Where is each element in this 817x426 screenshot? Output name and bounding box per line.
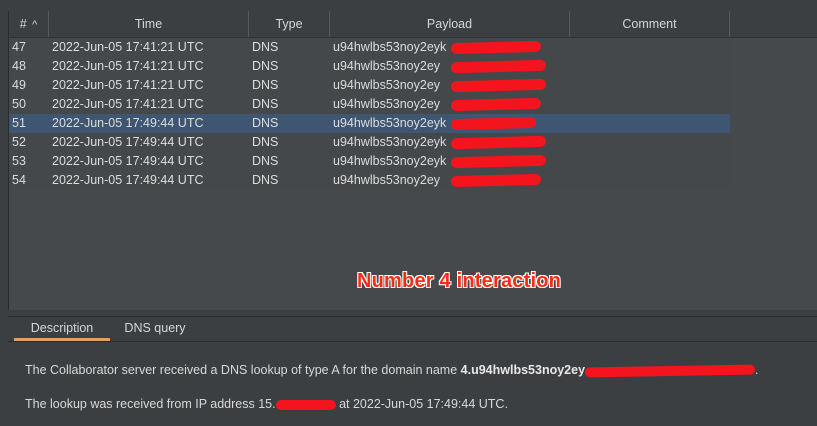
row-type: DNS	[252, 40, 279, 54]
row-payload: u94hwlbs53noy2ey	[333, 59, 441, 73]
row-payload: u94hwlbs53noy2eyk	[333, 40, 447, 54]
row-number: 50	[12, 97, 26, 111]
row-payload: u94hwlbs53noy2eyk	[333, 135, 447, 149]
table-row[interactable]: 50 2022-Jun-05 17:41:21 UTC DNS u94hwlbs53n…	[9, 95, 730, 114]
table-header: # ^ Time Type Payload Comment	[9, 11, 730, 38]
payload-redaction	[450, 78, 547, 93]
table-row[interactable]: 48 2022-Jun-05 17:41:21 UTC DNS u94hwlbs53n…	[9, 57, 730, 76]
column-header-payload[interactable]: Payload	[330, 11, 570, 37]
interactions-table: # ^ Time Type Payload Comment 47 2022-Jun…	[8, 11, 817, 310]
window-top-strip	[0, 0, 817, 11]
column-header-time[interactable]: Time	[49, 11, 249, 37]
description-line-ip: The lookup was received from IP address …	[25, 397, 508, 411]
row-type: DNS	[252, 78, 279, 92]
row-number: 49	[12, 78, 26, 92]
payload-redaction	[450, 154, 547, 169]
row-time: 2022-Jun-05 17:41:21 UTC	[52, 78, 204, 92]
table-row[interactable]: 49 2022-Jun-05 17:41:21 UTC DNS u94hwlbs53n…	[9, 76, 730, 95]
row-time: 2022-Jun-05 17:49:44 UTC	[52, 154, 204, 168]
row-time: 2022-Jun-05 17:41:21 UTC	[52, 59, 204, 73]
row-number: 51	[12, 116, 26, 130]
row-number: 52	[12, 135, 26, 149]
row-number: 54	[12, 173, 26, 187]
description-line1-prefix: The Collaborator server received a DNS l…	[25, 363, 461, 377]
row-number: 53	[12, 154, 26, 168]
row-type: DNS	[252, 154, 279, 168]
row-type: DNS	[252, 97, 279, 111]
row-time: 2022-Jun-05 17:41:21 UTC	[52, 97, 204, 111]
details-panel: Description DNS query The Collaborator s…	[8, 316, 817, 426]
row-time: 2022-Jun-05 17:49:44 UTC	[52, 173, 204, 187]
row-payload: u94hwlbs53noy2eyk	[333, 154, 447, 168]
payload-redaction	[450, 97, 542, 112]
row-type: DNS	[252, 59, 279, 73]
table-header-filler	[730, 11, 817, 38]
row-type: DNS	[252, 116, 279, 130]
row-type: DNS	[252, 173, 279, 187]
row-payload: u94hwlbs53noy2eyk	[333, 116, 447, 130]
domain-redaction	[584, 364, 756, 378]
row-time: 2022-Jun-05 17:49:44 UTC	[52, 135, 204, 149]
tab-dns-query[interactable]: DNS query	[112, 317, 198, 341]
row-type: DNS	[252, 135, 279, 149]
row-number: 48	[12, 59, 26, 73]
payload-redaction	[450, 59, 547, 74]
description-line-domain: The Collaborator server received a DNS l…	[25, 363, 759, 378]
annotation-text: Number 4 interaction	[357, 270, 562, 292]
payload-redaction	[450, 173, 542, 188]
tab-description[interactable]: Description	[14, 317, 110, 341]
payload-redaction	[450, 40, 542, 55]
table-row[interactable]: 53 2022-Jun-05 17:49:44 UTC DNS u94hwlbs53n…	[9, 152, 730, 171]
column-header-comment[interactable]: Comment	[570, 11, 730, 37]
payload-redaction	[450, 116, 537, 131]
description-domain-name: 4.u94hwlbs53noy2ey	[460, 363, 586, 377]
column-header-number[interactable]: # ^	[9, 11, 49, 37]
column-header-number-label: #	[19, 17, 27, 31]
ip-redaction	[275, 399, 336, 410]
payload-redaction	[450, 135, 547, 150]
row-payload: u94hwlbs53noy2ey	[333, 78, 441, 92]
description-line2-prefix: The lookup was received from IP address …	[25, 397, 276, 411]
description-line1-suffix: .	[755, 363, 759, 377]
table-body: 47 2022-Jun-05 17:41:21 UTC DNS u94hwlbs53n…	[9, 38, 730, 190]
description-line2-suffix: at 2022-Jun-05 17:49:44 UTC.	[335, 397, 508, 411]
sort-ascending-icon: ^	[32, 19, 38, 31]
table-row[interactable]: 51 2022-Jun-05 17:49:44 UTC DNS u94hwlbs53n…	[9, 114, 730, 133]
row-number: 47	[12, 40, 26, 54]
row-payload: u94hwlbs53noy2ey	[333, 97, 441, 111]
details-tabs: Description DNS query	[8, 317, 817, 342]
row-payload: u94hwlbs53noy2ey	[333, 173, 441, 187]
table-row[interactable]: 47 2022-Jun-05 17:41:21 UTC DNS u94hwlbs53n…	[9, 38, 730, 57]
row-time: 2022-Jun-05 17:41:21 UTC	[52, 40, 204, 54]
table-row[interactable]: 54 2022-Jun-05 17:49:44 UTC DNS u94hwlbs53n…	[9, 171, 730, 190]
column-header-type[interactable]: Type	[249, 11, 330, 37]
row-time: 2022-Jun-05 17:49:44 UTC	[52, 116, 204, 130]
table-row[interactable]: 52 2022-Jun-05 17:49:44 UTC DNS u94hwlbs53n…	[9, 133, 730, 152]
